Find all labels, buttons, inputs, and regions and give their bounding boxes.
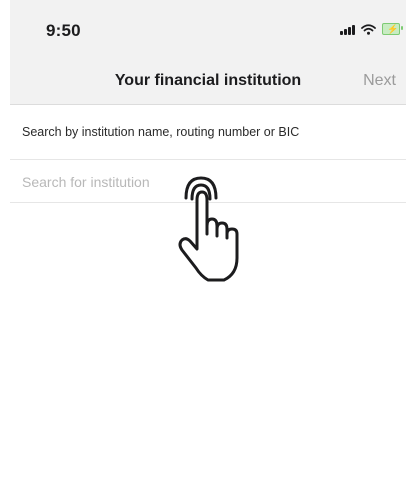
- next-button[interactable]: Next: [363, 72, 396, 90]
- divider: [10, 159, 406, 160]
- nav-bar: Your financial institution Next: [10, 56, 406, 105]
- phone-screen: 9:50 ⚡ Your financial institution Next S…: [10, 0, 406, 493]
- pointing-hand-tap-icon: [178, 176, 239, 282]
- wifi-icon: [361, 23, 376, 35]
- battery-charging-icon: ⚡: [382, 23, 403, 35]
- status-bar: 9:50 ⚡: [10, 0, 406, 56]
- status-icons: ⚡: [340, 22, 403, 36]
- cellular-signal-icon: [340, 24, 355, 35]
- search-label: Search by institution name, routing numb…: [22, 125, 300, 139]
- status-time: 9:50: [46, 21, 81, 40]
- page-title: Your financial institution: [114, 72, 302, 89]
